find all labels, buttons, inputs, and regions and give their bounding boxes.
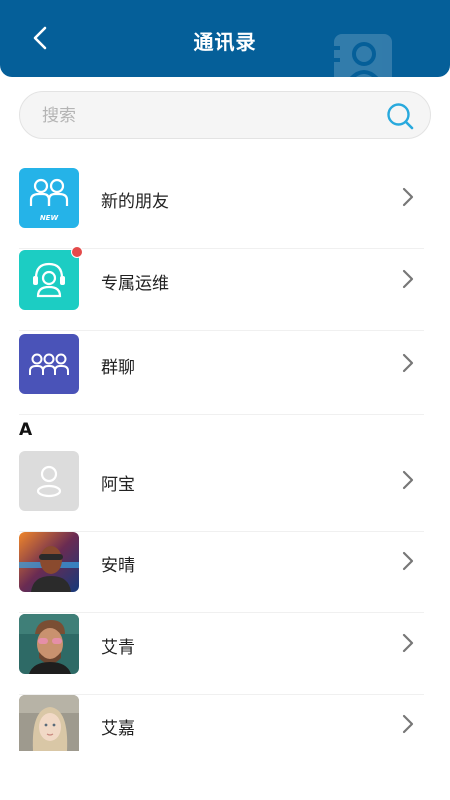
search-input[interactable] <box>42 102 362 130</box>
contact-book-icon <box>330 34 392 77</box>
new-friends-item[interactable]: NEW 新的朋友 <box>0 167 450 249</box>
default-avatar-icon <box>19 451 79 511</box>
contact-item[interactable]: 艾嘉 <box>0 694 450 776</box>
dedicated-support-label: 专属运维 <box>101 274 169 294</box>
unread-dot <box>71 246 83 258</box>
contact-avatar <box>19 695 79 751</box>
chevron-right-icon <box>402 269 414 289</box>
contact-name: 艾嘉 <box>101 719 135 739</box>
contact-item[interactable]: 安晴 <box>0 531 450 613</box>
group-chat-item[interactable]: 群聊 <box>0 333 450 415</box>
new-friends-label: 新的朋友 <box>101 192 169 212</box>
contact-name: 阿宝 <box>101 475 135 495</box>
section-header-a: A <box>19 420 33 440</box>
contact-item[interactable]: 阿宝 <box>0 450 450 532</box>
top-app-bar: 通讯录 <box>0 0 450 77</box>
chevron-right-icon <box>402 714 414 734</box>
chevron-right-icon <box>402 470 414 490</box>
group-chat-icon <box>19 334 79 394</box>
divider <box>19 330 424 331</box>
chevron-right-icon <box>402 551 414 571</box>
support-agent-icon <box>19 250 79 310</box>
chevron-right-icon <box>402 353 414 373</box>
group-chat-label: 群聊 <box>101 358 135 378</box>
contact-name: 艾青 <box>101 638 135 658</box>
new-friends-icon: NEW <box>19 168 79 228</box>
search-icon[interactable] <box>386 102 414 130</box>
contact-avatar <box>19 614 79 674</box>
chevron-right-icon <box>402 187 414 207</box>
contact-name: 安晴 <box>101 556 135 576</box>
chevron-right-icon <box>402 633 414 653</box>
new-badge-text: NEW <box>40 214 59 222</box>
divider <box>19 414 424 415</box>
dedicated-support-item[interactable]: 专属运维 <box>0 249 450 331</box>
contact-item[interactable]: 艾青 <box>0 613 450 695</box>
search-bar[interactable] <box>19 91 431 139</box>
contact-avatar <box>19 532 79 592</box>
